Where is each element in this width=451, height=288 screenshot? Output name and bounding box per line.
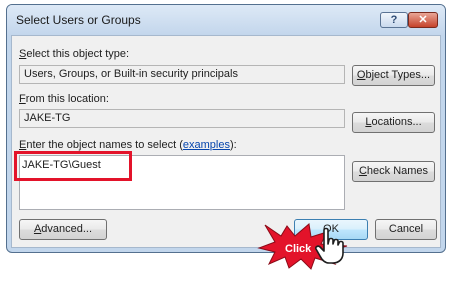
location-field: JAKE-TG: [19, 109, 345, 128]
close-icon: ✕: [418, 14, 428, 26]
help-icon: ?: [390, 14, 398, 26]
advanced-button[interactable]: Advanced...: [19, 219, 107, 240]
cancel-button[interactable]: Cancel: [375, 219, 437, 240]
check-names-button[interactable]: Check Names: [352, 161, 435, 182]
object-types-button[interactable]: Object Types...: [352, 65, 435, 86]
location-label: From this location:: [19, 93, 109, 105]
locations-button[interactable]: Locations...: [352, 112, 435, 133]
object-type-label: Select this object type:: [19, 48, 130, 60]
object-type-field: Users, Groups, or Built-in security prin…: [19, 65, 345, 84]
click-label: Click: [285, 243, 312, 255]
help-button[interactable]: ?: [380, 12, 408, 28]
highlight-box: [14, 151, 132, 181]
dialog-body: Select this object type: Users, Groups, …: [11, 35, 441, 248]
names-label: Enter the object names to select (exampl…: [19, 139, 237, 151]
title-bar[interactable]: Select Users or Groups ? ✕: [7, 5, 445, 35]
examples-link[interactable]: examples: [183, 139, 230, 151]
hand-cursor-icon: [315, 227, 344, 264]
select-users-dialog: Select Users or Groups ? ✕ Select this o…: [6, 4, 446, 253]
dialog-title: Select Users or Groups: [16, 13, 141, 27]
close-button[interactable]: ✕: [408, 12, 438, 28]
